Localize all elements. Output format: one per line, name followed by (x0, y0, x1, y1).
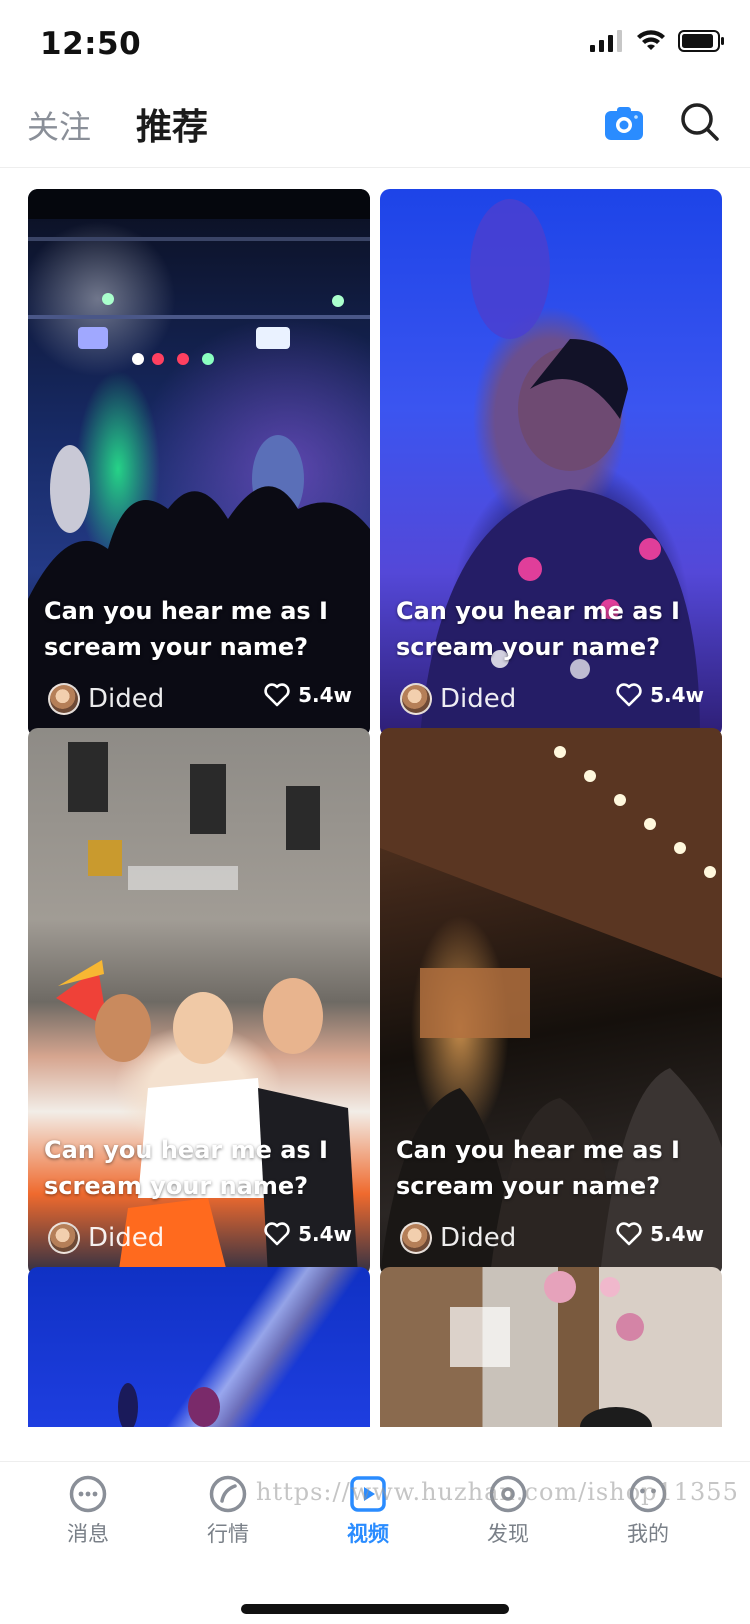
tab-follow[interactable]: 关注 (27, 102, 91, 148)
watermark-text: https://www.huzhan.com/ishop11355 (256, 1478, 739, 1506)
video-card[interactable]: Can you hear me as I scream your name? D… (28, 728, 370, 1276)
compass-icon (209, 1475, 247, 1513)
card-title: Can you hear me as I scream your name? (44, 597, 328, 661)
tab-label: 行情 (207, 1522, 249, 1546)
tab-recommend[interactable]: 推荐 (136, 98, 208, 150)
card-image-rainbow (118, 1383, 220, 1427)
author-avatar (400, 1222, 432, 1254)
video-feed-grid: Can you hear me as I scream your name? D… (28, 189, 722, 1461)
card-title: Can you hear me as I scream your name? (396, 597, 680, 661)
wifi-icon (637, 30, 665, 50)
like-count-value: 5.4w (650, 1222, 704, 1246)
heart-icon (616, 1222, 642, 1246)
card-author[interactable]: Dided (400, 683, 516, 715)
tab-label: 发现 (487, 1522, 529, 1546)
author-avatar (400, 683, 432, 715)
author-name: Dided (440, 684, 517, 714)
video-card-partial[interactable] (380, 1267, 722, 1427)
heart-icon (616, 683, 642, 707)
like-count-value: 5.4w (298, 1222, 352, 1246)
heart-icon (264, 1222, 290, 1246)
author-avatar (48, 1222, 80, 1254)
top-header: 关注 推荐 (0, 88, 750, 168)
card-title: Can you hear me as I scream your name? (396, 1136, 680, 1200)
tab-label: 我的 (627, 1522, 669, 1546)
search-icon (681, 103, 719, 141)
camera-button[interactable] (605, 106, 643, 140)
camera-icon (605, 107, 643, 140)
message-face-icon (69, 1475, 107, 1513)
video-card-partial[interactable] (28, 1267, 370, 1427)
home-indicator[interactable] (241, 1604, 509, 1614)
tab-label: 视频 (347, 1522, 389, 1546)
like-count[interactable]: 5.4w (264, 683, 352, 707)
like-count-value: 5.4w (650, 683, 704, 707)
card-author[interactable]: Dided (400, 1222, 516, 1254)
battery-icon (678, 30, 724, 52)
card-author[interactable]: Dided (48, 683, 164, 715)
author-name: Dided (88, 684, 165, 714)
search-button[interactable] (680, 102, 720, 142)
status-bar: 12:50 (0, 0, 750, 88)
like-count-value: 5.4w (298, 683, 352, 707)
status-icons (590, 30, 724, 52)
author-name: Dided (440, 1223, 517, 1253)
card-image-garden (450, 1271, 652, 1427)
tab-messages[interactable]: 消息 (33, 1474, 143, 1548)
status-time: 12:50 (40, 26, 142, 62)
signal-icon (590, 30, 622, 52)
card-author[interactable]: Dided (48, 1222, 164, 1254)
like-count[interactable]: 5.4w (264, 1222, 352, 1246)
author-avatar (48, 683, 80, 715)
video-card[interactable]: Can you hear me as I scream your name? D… (380, 728, 722, 1276)
tab-label: 消息 (67, 1522, 109, 1546)
like-count[interactable]: 5.4w (616, 683, 704, 707)
video-card[interactable]: Can you hear me as I scream your name? D… (380, 189, 722, 737)
heart-icon (264, 683, 290, 707)
video-card[interactable]: Can you hear me as I scream your name? D… (28, 189, 370, 737)
author-name: Dided (88, 1223, 165, 1253)
like-count[interactable]: 5.4w (616, 1222, 704, 1246)
card-title: Can you hear me as I scream your name? (44, 1136, 328, 1200)
